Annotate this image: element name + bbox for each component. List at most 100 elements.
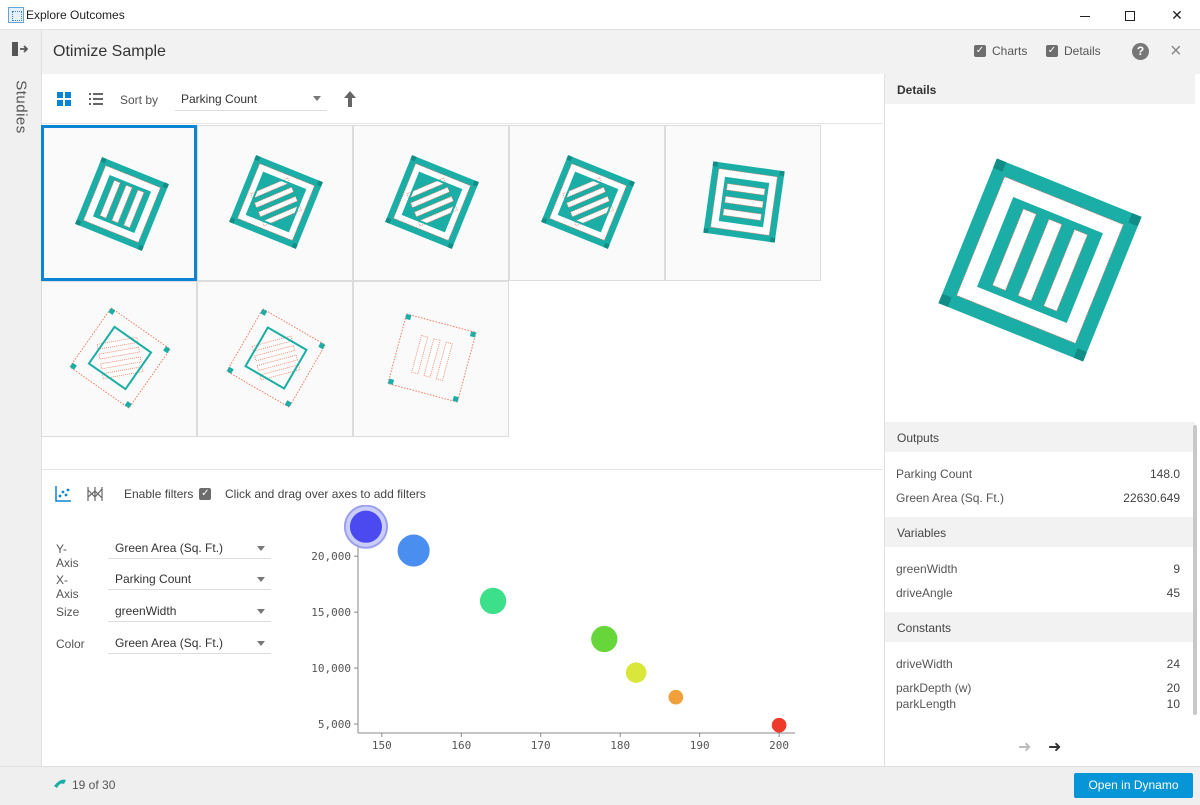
outcome-thumbnail[interactable] [41, 281, 197, 437]
enable-filters-checkbox[interactable]: ✓ [199, 488, 212, 500]
parking-layout-image [226, 308, 326, 408]
chevron-down-icon [257, 546, 265, 551]
outcome-thumbnail[interactable] [353, 281, 509, 437]
y-tick-label: 20,000 [311, 550, 351, 563]
details-scrollbar[interactable] [1193, 425, 1197, 715]
x-axis-label: X-Axis [56, 573, 79, 601]
y-tick-label: 15,000 [311, 606, 351, 619]
list-view-icon[interactable] [88, 91, 104, 107]
chevron-down-icon [313, 96, 321, 101]
sort-by-label: Sort by [120, 93, 159, 107]
y-axis-value: Green Area (Sq. Ft.) [115, 541, 224, 555]
y-axis-label: Y-Axis [56, 542, 79, 570]
close-icon: ✕ [1171, 7, 1183, 23]
y-axis-select[interactable]: Green Area (Sq. Ft.) [108, 537, 271, 559]
enable-filters-toggle[interactable]: Enable filters ✓ [124, 487, 212, 501]
scatter-plot-icon[interactable] [54, 485, 72, 503]
data-point[interactable] [625, 662, 647, 683]
chevron-down-icon [257, 577, 265, 582]
open-in-dynamo-button[interactable]: Open in Dynamo [1074, 773, 1193, 798]
parking-layout-image [229, 155, 323, 249]
variable-key: greenWidth [896, 562, 958, 576]
x-tick-label: 160 [451, 739, 471, 752]
output-value: 148.0 [1149, 467, 1180, 481]
size-value: greenWidth [115, 604, 177, 618]
scatter-chart[interactable]: 5,000 10,000 15,000 20,000 150 160 170 180 190 20… [290, 505, 810, 755]
outcome-thumbnail[interactable] [197, 281, 353, 437]
minimize-icon [1080, 15, 1090, 17]
constants-header: Constants [885, 612, 1195, 642]
x-axis-value: Parking Count [115, 572, 192, 586]
constant-key: parkDepth (w) [896, 681, 972, 695]
exit-icon[interactable] [12, 42, 28, 56]
sort-select[interactable]: Parking Count [175, 87, 327, 111]
sidebar [0, 30, 42, 805]
parking-layout-image [385, 155, 479, 249]
data-point[interactable] [349, 510, 382, 543]
constant-key: driveWidth [896, 657, 953, 671]
y-tick-label: 10,000 [311, 662, 351, 675]
x-axis-select[interactable]: Parking Count [108, 568, 271, 590]
x-tick-label: 150 [372, 739, 392, 752]
close-study-icon[interactable]: × [1170, 40, 1182, 63]
minimize-button[interactable] [1062, 0, 1108, 30]
color-value: Green Area (Sq. Ft.) [115, 636, 224, 650]
parallel-coordinates-icon[interactable] [86, 485, 104, 503]
outcome-preview-image [938, 158, 1142, 362]
parking-layout-image [703, 161, 785, 243]
next-outcome-arrow-icon[interactable]: ➜ [1048, 737, 1061, 757]
chevron-down-icon [257, 641, 265, 646]
constant-value: 24 [1166, 657, 1180, 671]
previous-outcome-arrow-icon[interactable]: ➜ [1018, 737, 1031, 757]
output-key: Green Area (Sq. Ft.) [896, 491, 1005, 505]
variable-value: 45 [1166, 586, 1180, 600]
data-point[interactable] [771, 717, 787, 733]
outcome-thumbnail[interactable] [353, 125, 509, 281]
color-label: Color [56, 637, 85, 651]
enable-filters-label: Enable filters [124, 487, 194, 501]
constant-value: 20 [1166, 681, 1180, 695]
x-tick-label: 200 [769, 739, 789, 752]
color-select[interactable]: Green Area (Sq. Ft.) [108, 632, 271, 654]
parking-layout-image [75, 157, 169, 251]
output-value: 22630.649 [1123, 491, 1180, 505]
x-tick-label: 190 [690, 739, 710, 752]
outcome-thumbnail[interactable] [41, 125, 197, 281]
maximize-icon [1125, 11, 1135, 22]
x-tick-label: 170 [531, 739, 551, 752]
dynamo-logo-icon [54, 779, 66, 788]
outcomes-toolbar [42, 74, 883, 124]
size-label: Size [56, 605, 80, 619]
outcome-thumbnail[interactable] [509, 125, 665, 281]
variable-value: 9 [1173, 562, 1180, 576]
charts-toggle[interactable]: ✓ Charts [974, 44, 1027, 58]
maximize-button[interactable] [1107, 0, 1153, 30]
footer [0, 766, 1200, 805]
parking-layout-image [69, 307, 171, 409]
outcome-thumbnail[interactable] [197, 125, 353, 281]
outcome-thumbnail[interactable] [665, 125, 821, 281]
studies-label: Studies [12, 80, 30, 134]
data-point[interactable] [591, 625, 618, 653]
charts-checkbox[interactable]: ✓ [974, 45, 986, 57]
charts-label: Charts [992, 44, 1028, 58]
output-key: Parking Count [896, 467, 973, 481]
studies-tab[interactable]: Studies [1, 72, 41, 142]
details-toggle[interactable]: ✓ Details [1046, 44, 1101, 58]
sort-ascending-icon[interactable] [343, 90, 357, 108]
details-checkbox[interactable]: ✓ [1046, 45, 1058, 57]
y-tick-label: 5,000 [318, 718, 351, 731]
data-point[interactable] [479, 587, 507, 615]
help-icon[interactable]: ? [1132, 43, 1149, 60]
data-point[interactable] [668, 689, 684, 705]
chevron-down-icon [257, 609, 265, 614]
filters-hint: Click and drag over axes to add filters [225, 487, 426, 501]
sort-select-value: Parking Count [181, 92, 258, 106]
grid-view-icon[interactable] [56, 91, 72, 107]
details-header: Details [885, 74, 1195, 104]
close-window-button[interactable]: ✕ [1154, 0, 1200, 30]
size-select[interactable]: greenWidth [108, 600, 271, 622]
constant-value: 10 [1166, 697, 1180, 711]
details-label: Details [1064, 44, 1101, 58]
data-point[interactable] [397, 534, 430, 567]
